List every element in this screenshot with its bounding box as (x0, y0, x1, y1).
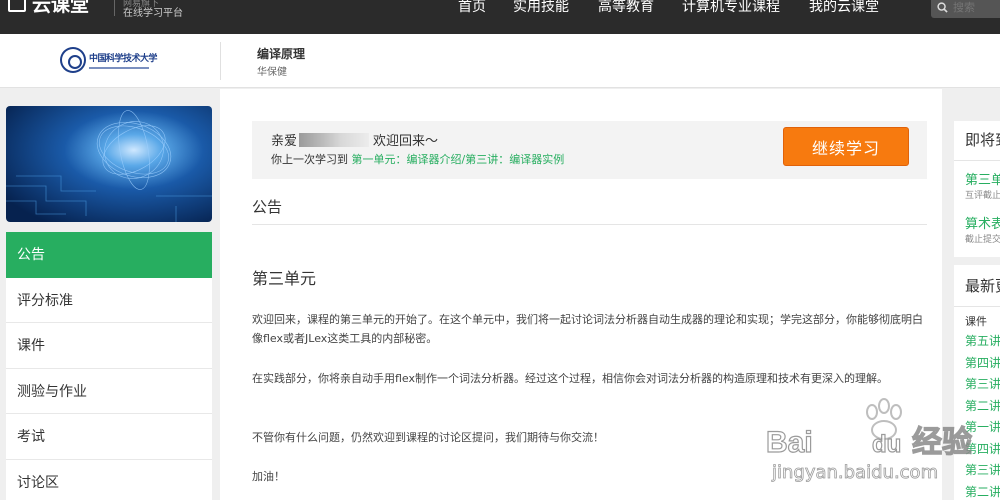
sidebar-item-discussion[interactable]: 讨论区 (6, 459, 212, 500)
upcoming-heading: 即将到 (965, 131, 1000, 149)
search-input[interactable] (953, 0, 993, 14)
university-seal-icon (60, 47, 86, 73)
continue-learning-button[interactable]: 继续学习 (783, 127, 909, 166)
greeting-suffix: 欢迎回来～ (373, 134, 439, 149)
nav-item-practical-skills[interactable]: 实用技能 (513, 0, 569, 16)
university-name-english-line (88, 67, 149, 69)
logo-divider (114, 0, 115, 16)
nav-item-home[interactable]: 首页 (458, 0, 486, 16)
latest-item[interactable]: 第五讲 (954, 331, 1000, 353)
header-divider (220, 42, 221, 80)
latest-item[interactable]: 第三讲 (954, 374, 1000, 396)
last-study-label: 你上一次学习到 (271, 153, 348, 166)
university-name: 中国科学技术大学 (88, 54, 158, 64)
course-menu: 公告 评分标准 课件 测验与作业 考试 讨论区 (6, 232, 212, 500)
upcoming-divider (954, 160, 1000, 161)
heading-divider (252, 224, 927, 225)
greeting-prefix: 亲爱 (271, 134, 298, 149)
search-icon[interactable] (937, 1, 948, 13)
main-content: 亲爱 欢迎回来～ 你上一次学习到 第一单元：编译器介绍/第三讲：编译器实例 继续… (220, 89, 942, 500)
latest-item[interactable]: 第二讲 (954, 482, 1000, 500)
upcoming-item-subtitle: 互评截止 (965, 191, 1000, 201)
upcoming-item-title[interactable]: 第三单 (954, 169, 1000, 188)
nav-item-computer-science[interactable]: 计算机专业课程 (682, 0, 780, 16)
latest-updates-heading: 最新更 (965, 277, 1000, 295)
latest-updates-panel: 最新更 课件 第五讲 第四讲 第三讲 第二讲 第一讲 第四讲 第三讲 第二讲 (954, 265, 1000, 500)
latest-item[interactable]: 第四讲 (954, 439, 1000, 461)
nav-item-my-classroom[interactable]: 我的云课堂 (809, 0, 879, 16)
course-banner-image (6, 106, 212, 222)
upcoming-item-subtitle: 截止提交 (965, 235, 1000, 245)
announcement-paragraph: 欢迎回来，课程的第三单元的开始了。在这个单元中，我们将一起讨论词法分析器自动生成… (252, 313, 923, 345)
right-sidebar: 即将到 第三单 互评截止 算术表 截止提交 最新更 课件 第五讲 第四讲 第三讲… (942, 89, 1000, 500)
announcement-title: 第三单元 (252, 269, 317, 288)
university-logo[interactable]: 中国科学技术大学 (60, 45, 158, 75)
announcement-paragraph: 不管你有什么问题，仍然欢迎到课程的讨论区提问，我们期待与你交流！ (252, 431, 604, 444)
logo-subtitle: 在线学习平台 (123, 8, 183, 19)
announcement-paragraph: 在实践部分，你将亲自动手用flex制作一个词法分析器。经过这个过程，相信你会对词… (252, 372, 889, 385)
nav-item-higher-education[interactable]: 高等教育 (598, 0, 654, 16)
latest-item[interactable]: 第二讲 (954, 396, 1000, 418)
sidebar-item-quizzes[interactable]: 测验与作业 (6, 368, 212, 414)
site-logo-text: 云课堂 (32, 0, 90, 16)
latest-category: 课件 (965, 315, 987, 328)
course-teacher[interactable]: 华保健 (257, 63, 287, 78)
course-title[interactable]: 编译原理 (257, 45, 305, 62)
top-navbar: 云课堂 网易旗下 在线学习平台 首页 实用技能 高等教育 计算机专业课程 我的云… (0, 0, 1000, 34)
site-logo[interactable]: 云课堂 (8, 0, 89, 18)
upcoming-item-title[interactable]: 算术表 (954, 213, 1000, 232)
search-box[interactable] (931, 0, 1000, 18)
sidebar-item-grading[interactable]: 评分标准 (6, 277, 212, 323)
last-study-info: 你上一次学习到 第一单元：编译器介绍/第三讲：编译器实例 (271, 151, 564, 167)
redacted-username (299, 132, 370, 147)
last-study-link[interactable]: 第一单元：编译器介绍/第三讲：编译器实例 (352, 153, 565, 166)
upcoming-panel: 即将到 第三单 互评截止 算术表 截止提交 (954, 121, 1000, 257)
latest-item[interactable]: 第三讲 (954, 460, 1000, 482)
announcement-paragraph: 加油！ (252, 470, 285, 483)
book-icon (8, 0, 26, 12)
sidebar-item-exam[interactable]: 考试 (6, 414, 212, 460)
left-sidebar: 公告 评分标准 课件 测验与作业 考试 讨论区 (0, 89, 220, 500)
latest-item[interactable]: 第一讲 (954, 417, 1000, 439)
latest-divider (954, 306, 1000, 307)
sidebar-item-courseware[interactable]: 课件 (6, 323, 212, 369)
latest-item[interactable]: 第四讲 (954, 353, 1000, 375)
welcome-panel: 亲爱 欢迎回来～ 你上一次学习到 第一单元：编译器介绍/第三讲：编译器实例 继续… (252, 121, 927, 179)
course-header: 中国科学技术大学 编译原理 华保健 (0, 34, 1000, 88)
sidebar-item-announcements[interactable]: 公告 (6, 232, 212, 278)
welcome-greeting: 亲爱 欢迎回来～ (271, 130, 438, 149)
announcements-heading: 公告 (252, 198, 283, 216)
